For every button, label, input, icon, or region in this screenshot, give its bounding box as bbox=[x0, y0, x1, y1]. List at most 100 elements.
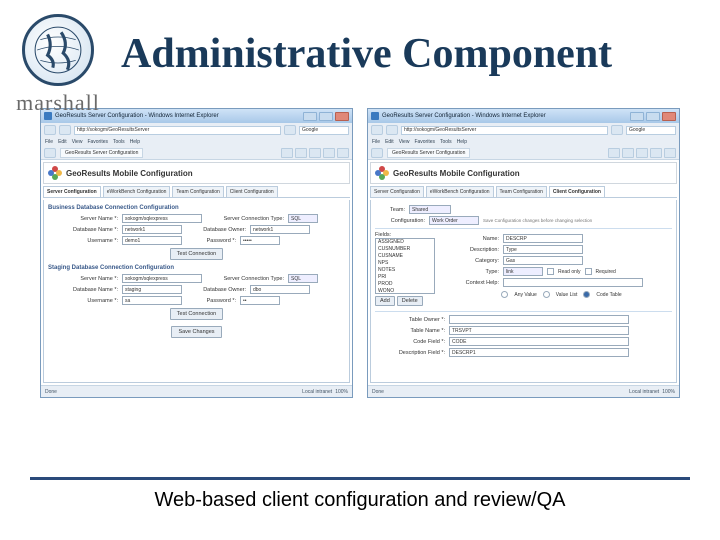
close-button[interactable] bbox=[662, 112, 676, 121]
server-name-input[interactable]: sokogm/sqlexpress bbox=[122, 214, 202, 223]
menu-help[interactable]: Help bbox=[130, 139, 140, 145]
readonly-checkbox[interactable] bbox=[547, 268, 554, 275]
tab-server-config[interactable]: Server Configuration bbox=[370, 186, 424, 197]
required-checkbox[interactable] bbox=[585, 268, 592, 275]
refresh-button[interactable] bbox=[284, 125, 296, 135]
table-name-input[interactable]: TRSVPT bbox=[449, 326, 629, 335]
type-label: Type: bbox=[451, 269, 499, 275]
menu-view[interactable]: View bbox=[72, 139, 83, 145]
search-box[interactable]: Google bbox=[299, 126, 349, 135]
pass-label: Password *: bbox=[186, 238, 236, 244]
menu-file[interactable]: File bbox=[372, 139, 380, 145]
delete-button[interactable]: Delete bbox=[397, 296, 423, 306]
name-input[interactable]: DESCRP bbox=[503, 234, 583, 243]
desc-field-input[interactable]: DESCRP1 bbox=[449, 348, 629, 357]
app-header: GeoResults Mobile Configuration bbox=[370, 162, 677, 184]
menu-favorites[interactable]: Favorites bbox=[414, 139, 435, 145]
forward-button[interactable] bbox=[59, 125, 71, 135]
context-input[interactable] bbox=[503, 278, 643, 287]
tab-client-config[interactable]: Client Configuration bbox=[226, 186, 278, 197]
refresh-button[interactable] bbox=[611, 125, 623, 135]
code-field-input[interactable]: CODE bbox=[449, 337, 629, 346]
s-user-input[interactable]: sa bbox=[122, 296, 182, 305]
cat-input[interactable]: Gas bbox=[503, 256, 583, 265]
close-button[interactable] bbox=[335, 112, 349, 121]
config-select[interactable]: Work Order bbox=[429, 216, 479, 225]
menu-tools[interactable]: Tools bbox=[113, 139, 125, 145]
section-business-db: Business Database Connection Configurati… bbox=[48, 205, 345, 211]
back-button[interactable] bbox=[44, 125, 56, 135]
address-bar[interactable]: http://sokogm/GeoResultsServer bbox=[401, 126, 608, 135]
tab-team-config[interactable]: Team Configuration bbox=[496, 186, 547, 197]
section-staging-db: Staging Database Connection Configuratio… bbox=[48, 265, 345, 271]
search-box[interactable]: Google bbox=[626, 126, 676, 135]
fields-listbox[interactable]: ASSIGNED CUSNUMBER CUSNAME NPS NOTES PRI… bbox=[375, 238, 435, 294]
browser-tab[interactable]: GeoResults Server Configuration bbox=[60, 148, 143, 158]
s-dbname-input[interactable]: staging bbox=[122, 285, 182, 294]
team-select[interactable]: Shared bbox=[409, 205, 451, 214]
screenshot-left: GeoResults Server Configuration - Window… bbox=[40, 108, 353, 398]
test-connection-button[interactable]: Test Connection bbox=[170, 248, 223, 260]
tab-team-config[interactable]: Team Configuration bbox=[172, 186, 223, 197]
desc-field-label: Description Field *: bbox=[375, 350, 445, 356]
feeds-button[interactable] bbox=[295, 148, 307, 158]
menu-edit[interactable]: Edit bbox=[385, 139, 394, 145]
browser-tabs: GeoResults Server Configuration bbox=[368, 147, 679, 160]
desc-input[interactable]: Type bbox=[503, 245, 583, 254]
menu-view[interactable]: View bbox=[399, 139, 410, 145]
menu-favorites[interactable]: Favorites bbox=[87, 139, 108, 145]
favorites-button[interactable] bbox=[371, 148, 383, 158]
add-button[interactable]: Add bbox=[375, 296, 395, 306]
type-select[interactable]: link bbox=[503, 267, 543, 276]
db-owner-input[interactable]: network1 bbox=[250, 225, 310, 234]
page-button[interactable] bbox=[650, 148, 662, 158]
tab-client-config[interactable]: Client Configuration bbox=[549, 186, 605, 197]
minimize-button[interactable] bbox=[630, 112, 644, 121]
status-zone: Local intranet bbox=[629, 389, 659, 395]
home-button[interactable] bbox=[608, 148, 620, 158]
divider-line bbox=[30, 477, 690, 480]
user-input[interactable]: demo1 bbox=[122, 236, 182, 245]
home-button[interactable] bbox=[281, 148, 293, 158]
radio-codetable[interactable] bbox=[583, 291, 590, 298]
minimize-button[interactable] bbox=[303, 112, 317, 121]
radio-any[interactable] bbox=[501, 291, 508, 298]
menu-help[interactable]: Help bbox=[457, 139, 467, 145]
tab-eworkbench[interactable]: eWorkBench Configuration bbox=[103, 186, 171, 197]
tools-button[interactable] bbox=[337, 148, 349, 158]
menu-file[interactable]: File bbox=[45, 139, 53, 145]
table-owner-input[interactable] bbox=[449, 315, 629, 324]
menu-tools[interactable]: Tools bbox=[440, 139, 452, 145]
favorites-button[interactable] bbox=[44, 148, 56, 158]
print-button[interactable] bbox=[636, 148, 648, 158]
s-owner-label: Database Owner: bbox=[186, 287, 246, 293]
s-server-input[interactable]: sokogm/sqlexpress bbox=[122, 274, 202, 283]
s-owner-input[interactable]: dbo bbox=[250, 285, 310, 294]
address-bar[interactable]: http://sokogm/GeoResultsServer bbox=[74, 126, 281, 135]
s-conn-select[interactable]: SQL bbox=[288, 274, 318, 283]
tab-eworkbench[interactable]: eWorkBench Configuration bbox=[426, 186, 494, 197]
maximize-button[interactable] bbox=[646, 112, 660, 121]
forward-button[interactable] bbox=[386, 125, 398, 135]
s-user-label: Username *: bbox=[48, 298, 118, 304]
radio-valuelist[interactable] bbox=[543, 291, 550, 298]
save-changes-button[interactable]: Save Changes bbox=[171, 326, 221, 338]
screenshot-right: GeoResults Server Configuration - Window… bbox=[367, 108, 680, 398]
s-pass-input[interactable]: •• bbox=[240, 296, 280, 305]
maximize-button[interactable] bbox=[319, 112, 333, 121]
page-button[interactable] bbox=[323, 148, 335, 158]
db-name-input[interactable]: network1 bbox=[122, 225, 182, 234]
nav-toolbar: http://sokogm/GeoResultsServer Google bbox=[368, 123, 679, 137]
conn-type-select[interactable]: SQL bbox=[288, 214, 318, 223]
back-button[interactable] bbox=[371, 125, 383, 135]
app-tabs: Server Configuration eWorkBench Configur… bbox=[43, 186, 350, 198]
menu-edit[interactable]: Edit bbox=[58, 139, 67, 145]
print-button[interactable] bbox=[309, 148, 321, 158]
app-logo-icon bbox=[375, 166, 389, 180]
tools-button[interactable] bbox=[664, 148, 676, 158]
feeds-button[interactable] bbox=[622, 148, 634, 158]
browser-tab[interactable]: GeoResults Server Configuration bbox=[387, 148, 470, 158]
tab-server-config[interactable]: Server Configuration bbox=[43, 186, 101, 197]
test-connection-button-2[interactable]: Test Connection bbox=[170, 308, 223, 320]
pass-input[interactable]: ••••• bbox=[240, 236, 280, 245]
